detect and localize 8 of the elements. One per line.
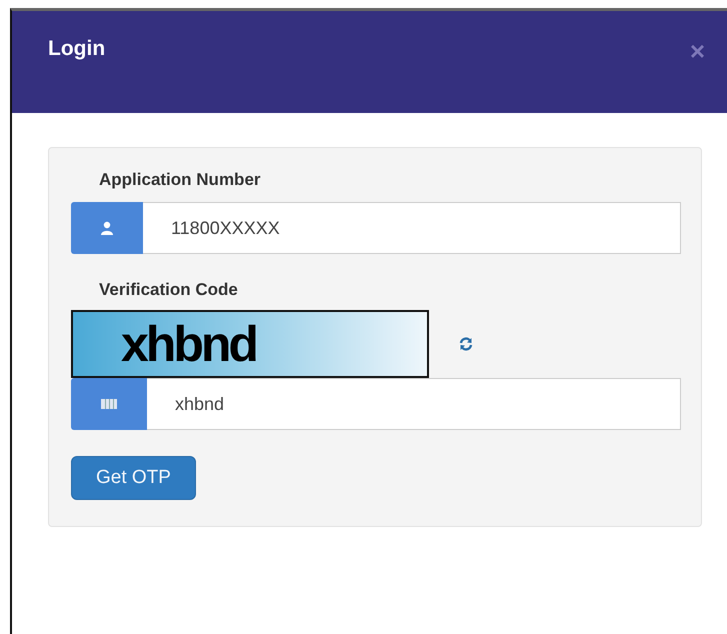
user-icon xyxy=(71,202,143,254)
dialog-title: Login xyxy=(48,37,106,61)
get-otp-button[interactable]: Get OTP xyxy=(71,456,196,500)
field-label: Verification Code xyxy=(99,280,238,300)
captcha-image: xhbnd xyxy=(71,310,429,378)
field-label: Application Number xyxy=(99,170,261,190)
barcode-icon xyxy=(71,378,147,430)
refresh-icon[interactable] xyxy=(459,337,473,351)
